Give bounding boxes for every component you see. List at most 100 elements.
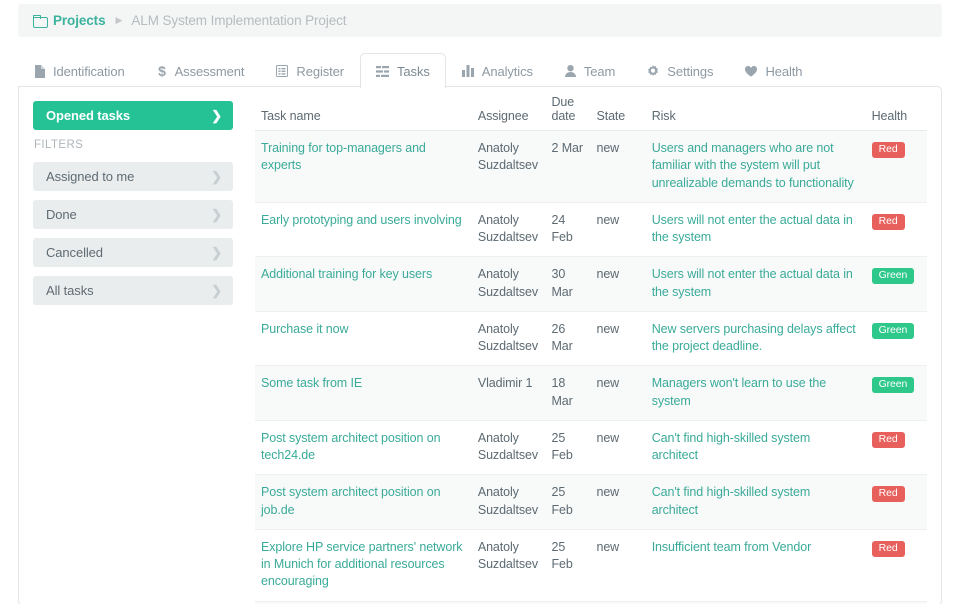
- tab-analytics[interactable]: Analytics: [446, 53, 549, 88]
- cell-risk[interactable]: New servers purchasing delays affect the…: [646, 311, 866, 366]
- cell-health: Green: [866, 366, 927, 421]
- cell-assignee: Anatoly Suzdaltsev: [472, 475, 546, 530]
- status-badge: Green: [872, 268, 915, 284]
- gear-icon: [647, 65, 659, 77]
- cell-risk[interactable]: Users will not enter the actual data in …: [646, 257, 866, 312]
- cell-due-date: 2 Mar: [545, 131, 590, 203]
- sidebar-item-done[interactable]: Done ❯: [33, 200, 233, 229]
- sidebar-item-label: Assigned to me: [46, 169, 134, 184]
- filters-label: FILTERS: [34, 139, 233, 151]
- column-header-state[interactable]: State: [590, 95, 645, 131]
- cell-assignee: Anatoly Suzdaltsev: [472, 257, 546, 312]
- sidebar-item-label: Cancelled: [46, 245, 103, 260]
- cell-state: new: [590, 311, 645, 366]
- sidebar-item-opened-tasks[interactable]: Opened tasks❯: [33, 101, 233, 130]
- column-header-risk[interactable]: Risk: [646, 95, 866, 131]
- cell-task-name[interactable]: Some task from IE: [255, 366, 472, 421]
- sidebar-item-assigned-to-me[interactable]: Assigned to me❯: [33, 162, 233, 191]
- sidebar-item-all-tasks[interactable]: All tasks❯: [33, 276, 233, 305]
- cell-due-date: 26 Mar: [545, 311, 590, 366]
- cell-risk[interactable]: Users will not enter the actual data in …: [646, 202, 866, 257]
- table-row: Explore HP service partners' network in …: [255, 529, 927, 601]
- table-header-row: Task name Assignee Due date State Risk H…: [255, 95, 927, 131]
- status-badge: Green: [872, 323, 915, 339]
- bar-chart-icon: [462, 65, 474, 77]
- cell-state: new: [590, 131, 645, 203]
- list-box-icon: [276, 65, 288, 77]
- cell-state: new: [590, 529, 645, 601]
- tasks-lines-icon: [376, 66, 389, 77]
- status-badge: Red: [872, 214, 905, 230]
- dollar-icon: $: [157, 64, 167, 78]
- status-badge: Red: [872, 486, 905, 502]
- column-header-due-date[interactable]: Due date: [545, 95, 590, 131]
- cell-state: new: [590, 257, 645, 312]
- tab-bar: Identification $ Assessment Register Tasks An…: [18, 52, 942, 87]
- tasks-table: Task name Assignee Due date State Risk H…: [255, 95, 927, 604]
- cell-due-date: 30 Mar: [545, 257, 590, 312]
- cell-health: Green: [866, 311, 927, 366]
- cell-health: Red: [866, 420, 927, 475]
- table-row: Some task from IEVladimir 118 MarnewMana…: [255, 366, 927, 421]
- tab-team[interactable]: Team: [549, 53, 631, 88]
- cell-task-name[interactable]: Training for top-managers and experts: [255, 131, 472, 203]
- tab-tasks[interactable]: Tasks: [360, 53, 446, 88]
- tab-register[interactable]: Register: [260, 53, 360, 88]
- cell-task-name[interactable]: Additional training for key users: [255, 257, 472, 312]
- svg-text:$: $: [158, 64, 166, 78]
- cell-task-name[interactable]: Early prototyping and users involving: [255, 202, 472, 257]
- person-icon: [565, 65, 576, 77]
- tab-label: Register: [296, 64, 344, 79]
- tab-identification[interactable]: Identification: [18, 53, 141, 88]
- tab-settings[interactable]: Settings: [631, 53, 729, 88]
- column-header-health[interactable]: Health: [866, 95, 927, 131]
- tasks-table-container: Task name Assignee Due date State Risk H…: [244, 87, 941, 604]
- cell-due-date: 25 Feb: [545, 475, 590, 530]
- tab-assessment[interactable]: $ Assessment: [141, 53, 261, 88]
- folder-icon: [33, 15, 47, 26]
- cell-risk[interactable]: Can't find high-skilled system architect: [646, 475, 866, 530]
- column-header-task-name[interactable]: Task name: [255, 95, 472, 131]
- breadcrumb-current-label: ALM System Implementation Project: [131, 13, 346, 28]
- cell-health: Red: [866, 131, 927, 203]
- cell-task-name[interactable]: Post system architect position on job.de: [255, 475, 472, 530]
- tab-health[interactable]: Health: [729, 53, 818, 88]
- breadcrumb: Projects ▶ ALM System Implementation Pro…: [18, 4, 942, 37]
- sidebar-item-label: Done: [46, 207, 77, 222]
- table-row: Additional training for key usersAnatoly…: [255, 257, 927, 312]
- cell-state: new: [590, 420, 645, 475]
- sidebar-item-cancelled[interactable]: Cancelled❯: [33, 238, 233, 267]
- tab-label: Team: [584, 64, 615, 79]
- cell-assignee: Vladimir 1: [472, 366, 546, 421]
- chevron-right-icon: ❯: [211, 109, 222, 122]
- tasks-table-head: Task name Assignee Due date State Risk H…: [255, 95, 927, 131]
- sidebar-item-label: All tasks: [46, 283, 94, 298]
- cell-task-name[interactable]: Purchase it now: [255, 311, 472, 366]
- tab-label: Analytics: [482, 64, 533, 79]
- cell-health: Red: [866, 475, 927, 530]
- tasks-page: Projects ▶ ALM System Implementation Pro…: [0, 0, 960, 604]
- chevron-right-icon: ❯: [211, 208, 222, 221]
- tab-label: Assessment: [175, 64, 245, 79]
- cell-task-name[interactable]: Explore HP service partners' network in …: [255, 529, 472, 601]
- column-header-assignee[interactable]: Assignee: [472, 95, 546, 131]
- cell-risk[interactable]: Managers won't learn to use the system: [646, 366, 866, 421]
- cell-due-date: 18 Mar: [545, 366, 590, 421]
- status-badge: Green: [872, 377, 915, 393]
- tab-label: Settings: [667, 64, 713, 79]
- cell-risk[interactable]: Insufficient team from Vendor: [646, 529, 866, 601]
- cell-task-name[interactable]: Post system architect position on tech24…: [255, 420, 472, 475]
- cell-health: Red: [866, 202, 927, 257]
- table-row: Purchase it nowAnatoly Suzdaltsev26 Marn…: [255, 311, 927, 366]
- table-row: Post system architect position on job.de…: [255, 475, 927, 530]
- table-row: Post system architect position on tech24…: [255, 420, 927, 475]
- breadcrumb-projects-link[interactable]: Projects: [33, 13, 105, 28]
- cell-risk[interactable]: Users and managers who are not familiar …: [646, 131, 866, 203]
- cell-assignee: Anatoly Suzdaltsev: [472, 420, 546, 475]
- filters-sidebar: Opened tasks❯FILTERSAssigned to me❯Done❯…: [19, 87, 244, 604]
- cell-risk[interactable]: Can't find high-skilled system architect: [646, 420, 866, 475]
- status-badge: Red: [872, 541, 905, 557]
- cell-due-date: 24 Feb: [545, 202, 590, 257]
- tab-label: Health: [765, 64, 802, 79]
- cell-health: Green: [866, 257, 927, 312]
